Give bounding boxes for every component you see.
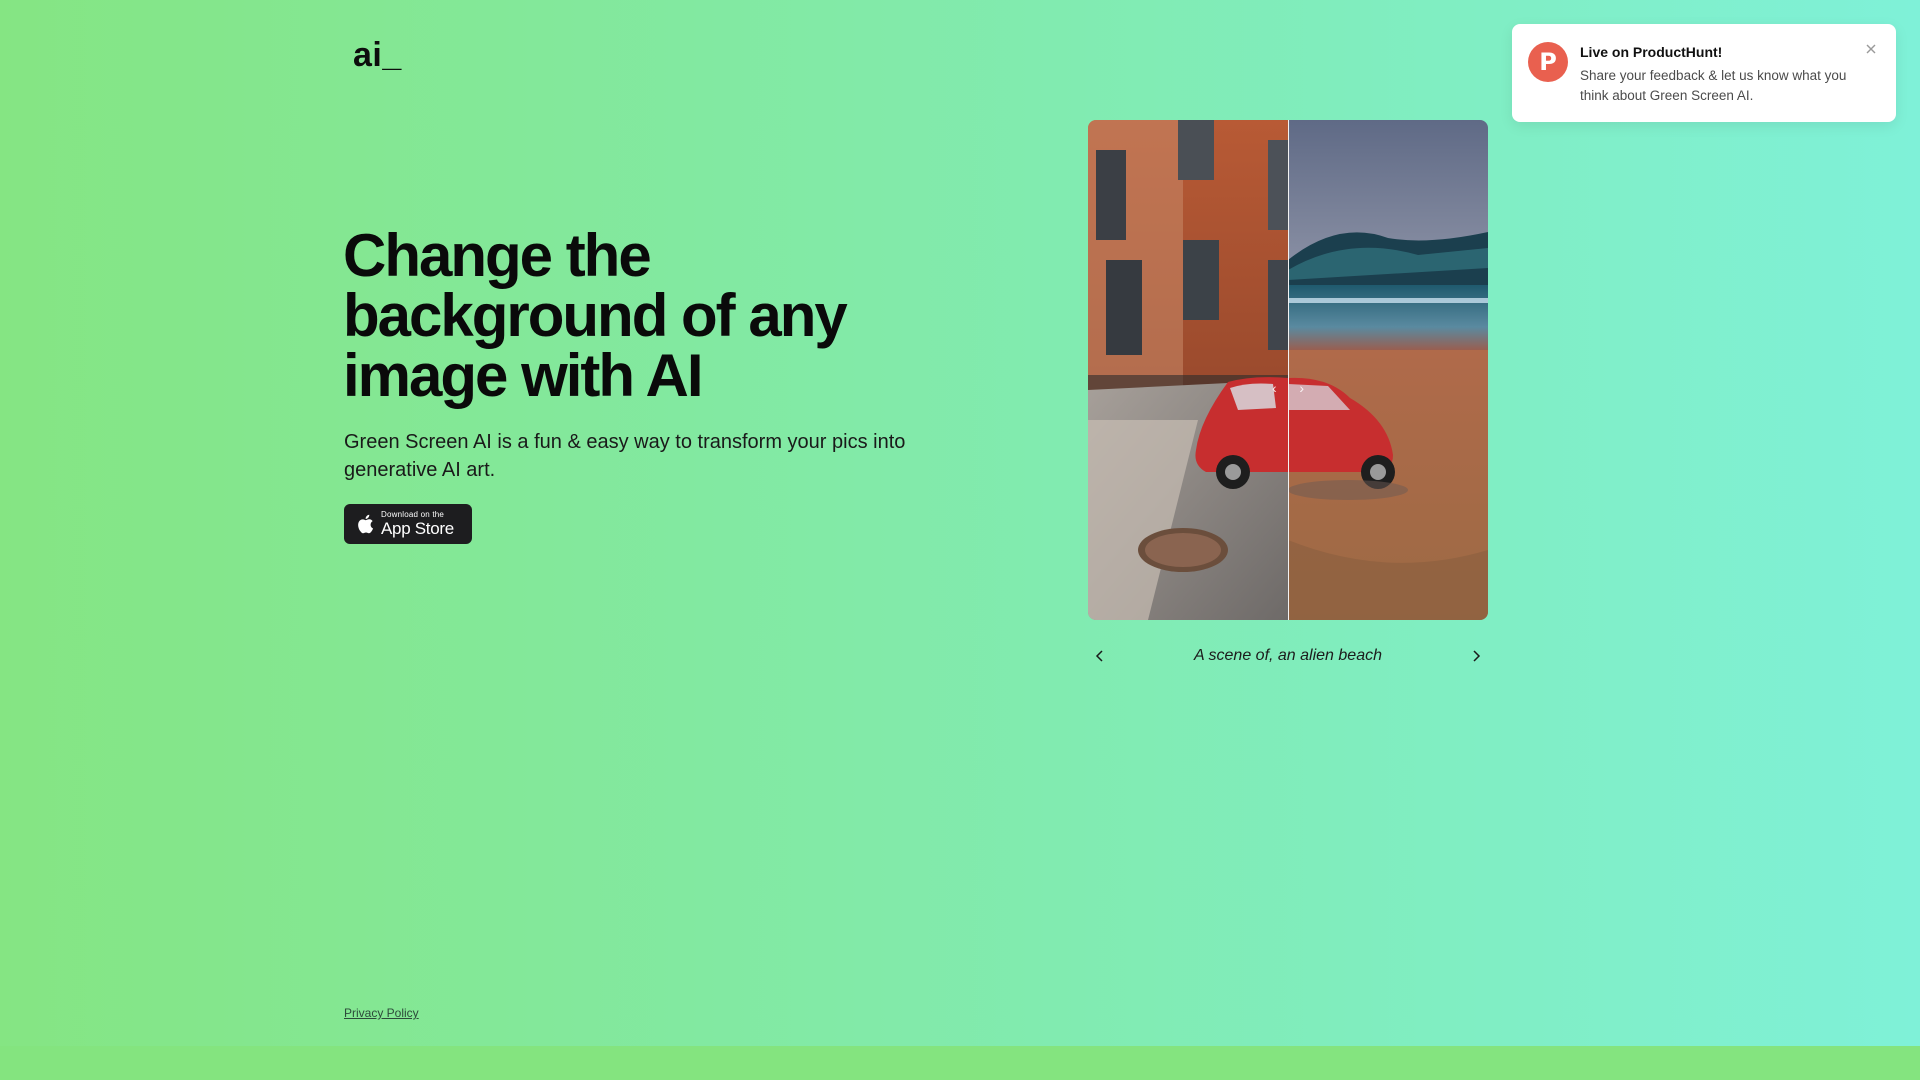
handle-right-arrow-icon: › <box>1299 380 1304 396</box>
bottom-strip <box>0 1046 1920 1080</box>
apple-icon <box>358 514 374 534</box>
headline-line-3: image with AI <box>343 342 703 409</box>
before-after-comparison[interactable]: ‹ › <box>1088 120 1488 620</box>
handle-left-arrow-icon: ‹ <box>1272 380 1277 396</box>
producthunt-toast: P Live on ProductHunt! Share your feedba… <box>1512 24 1896 122</box>
chevron-right-icon <box>1473 650 1481 662</box>
carousel-nav: A scene of, an alien beach <box>1088 644 1488 668</box>
comparison-handle[interactable]: ‹ › <box>1268 376 1308 400</box>
toast-message: Share your feedback & let us know what y… <box>1580 68 1847 103</box>
app-store-button[interactable]: Download on the App Store <box>344 504 472 544</box>
hero-subtitle: Green Screen AI is a fun & easy way to t… <box>344 431 906 481</box>
app-store-big-label: App Store <box>381 519 454 538</box>
headline-line-2: background of any <box>343 282 848 349</box>
comparison-divider[interactable] <box>1288 120 1289 620</box>
privacy-policy-link[interactable]: Privacy Policy <box>344 1006 419 1020</box>
app-store-small-label: Download on the <box>381 510 445 519</box>
app-store-text: Download on the App Store <box>381 510 454 538</box>
hero-headline: Change the background of any image with … <box>343 226 903 406</box>
headline-line-1: Change the <box>343 222 652 289</box>
chevron-left-icon <box>1095 650 1103 662</box>
carousel-prev-button[interactable] <box>1088 644 1112 668</box>
toast-title: Live on ProductHunt! <box>1580 44 1723 60</box>
close-icon[interactable] <box>1864 42 1878 56</box>
producthunt-logo-icon[interactable]: P <box>1528 42 1568 82</box>
toast-body: Live on ProductHunt! Share your feedback… <box>1580 42 1876 106</box>
carousel-next-button[interactable] <box>1464 644 1488 668</box>
carousel-caption: A scene of, an alien beach <box>1194 647 1382 664</box>
logo[interactable]: ai_ <box>353 36 402 75</box>
page-background <box>0 0 1920 1046</box>
